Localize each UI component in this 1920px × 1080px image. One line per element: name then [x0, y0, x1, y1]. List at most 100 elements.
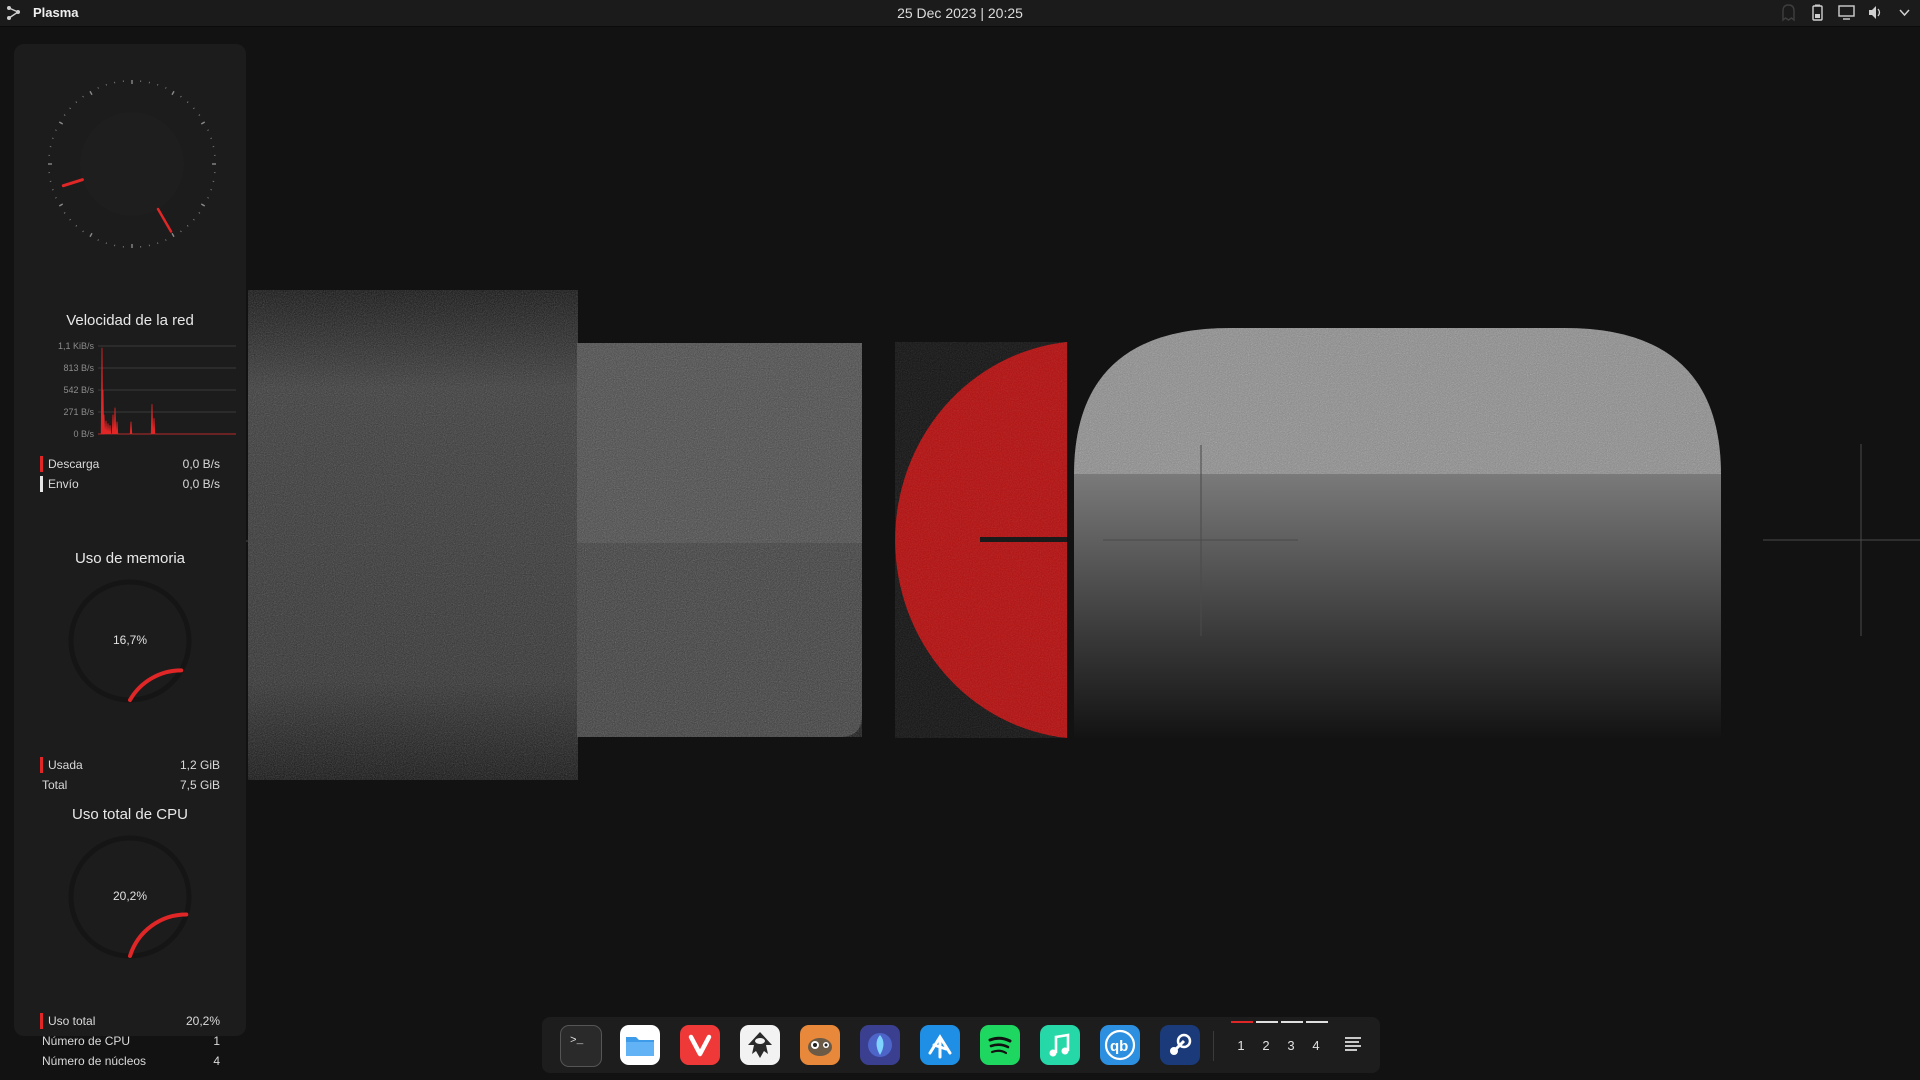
desktop-3[interactable]: 3	[1281, 1038, 1301, 1053]
clock-tick	[186, 101, 189, 103]
memory-used-label: Usada	[48, 758, 83, 772]
terminal-icon[interactable]: >_	[560, 1025, 602, 1067]
memory-total-value: 7,5 GiB	[179, 778, 220, 792]
clock-face	[80, 112, 184, 216]
lutris-icon[interactable]	[860, 1025, 900, 1065]
clock-tick	[58, 121, 64, 125]
cpu-total-value: 20,2%	[185, 1014, 220, 1028]
memory-total-row: Total 7,5 GiB	[40, 776, 220, 794]
clock-tick	[200, 121, 206, 125]
download-color-bar	[40, 456, 43, 472]
clock-tick	[207, 129, 209, 131]
cpu-count-row: Número de CPU 1	[40, 1032, 220, 1050]
memory-total-label: Total	[42, 778, 68, 792]
gimp-icon[interactable]	[800, 1025, 840, 1065]
net-tick-label: 813 B/s	[63, 363, 94, 373]
memory-used-value: 1,2 GiB	[179, 758, 220, 772]
system-tray	[1779, 3, 1914, 22]
clock-tick	[89, 90, 93, 96]
clock-tick	[180, 230, 182, 233]
clock-tick	[97, 239, 99, 241]
cpu-count-value: 1	[213, 1034, 220, 1048]
upload-label: Envío	[48, 477, 79, 491]
clock-tick	[69, 107, 71, 110]
svg-text:>_: >_	[570, 1035, 584, 1047]
desktop-2[interactable]: 2	[1256, 1038, 1276, 1053]
download-series	[98, 347, 236, 435]
dock: >_ qb 1234	[542, 1017, 1380, 1073]
clock-tick	[165, 87, 167, 89]
clock-tick	[200, 203, 206, 207]
kdeconnect-icon[interactable]	[920, 1025, 960, 1065]
app-name[interactable]: Plasma	[33, 5, 79, 20]
clock-tick	[55, 129, 57, 131]
memory-percent: 16,7%	[112, 633, 148, 647]
plasma-launcher-icon[interactable]	[5, 4, 23, 22]
cpu-cores-row: Número de núcleos 4	[40, 1052, 220, 1070]
clock-tick	[198, 114, 201, 116]
cpu-percent: 20,2%	[112, 889, 148, 903]
clock-tick	[69, 218, 71, 221]
widget-panel: Velocidad de la red 1,1 KiB/s 813 B/s 542 …	[14, 44, 246, 1068]
cpu-color-bar	[40, 1013, 43, 1029]
clock-tick	[198, 212, 201, 214]
wallpaper	[245, 290, 1920, 780]
clock-tick	[180, 95, 182, 98]
network-graph: 1,1 KiB/s 813 B/s 542 B/s 271 B/s 0 B/s	[58, 341, 236, 439]
cpu-cores-value: 4	[213, 1054, 220, 1068]
clock-tick	[82, 95, 84, 98]
svg-text:qb: qb	[1110, 1038, 1128, 1055]
clock-tick	[89, 232, 93, 238]
download-row: Descarga 0,0 B/s	[40, 455, 220, 473]
qbittorrent-icon[interactable]: qb	[1100, 1025, 1140, 1065]
clock-tick	[165, 239, 167, 241]
cpu-total-row: Uso total 20,2%	[40, 1012, 220, 1030]
clock-tick	[63, 114, 66, 116]
download-label: Descarga	[48, 457, 100, 471]
desktop-indicator	[1306, 1021, 1328, 1023]
battery-icon[interactable]	[1808, 3, 1827, 22]
net-tick-label: 271 B/s	[63, 407, 94, 417]
spotify-icon[interactable]	[980, 1025, 1020, 1065]
cpu-total-label: Uso total	[48, 1014, 96, 1028]
steam-icon[interactable]	[1160, 1025, 1200, 1065]
volume-icon[interactable]	[1866, 3, 1885, 22]
clock-tick	[97, 87, 99, 89]
net-tick-label: 1,1 KiB/s	[58, 341, 95, 351]
ghost-icon[interactable]	[1779, 3, 1798, 22]
clock-tick	[193, 107, 195, 110]
desktop-indicator	[1231, 1021, 1253, 1023]
desktop-1[interactable]: 1	[1231, 1038, 1251, 1053]
memory-title: Uso de memoria	[74, 550, 186, 567]
memory-used-row: Usada 1,2 GiB	[40, 756, 220, 774]
upload-color-bar	[40, 476, 43, 492]
upload-value: 0,0 B/s	[182, 477, 220, 491]
clock[interactable]: 25 Dec 2023 | 20:25	[0, 5, 1920, 21]
clock-tick	[55, 197, 57, 199]
menu-icon[interactable]	[1342, 1033, 1364, 1055]
cpu-title: Uso total de CPU	[72, 806, 188, 823]
desktop-indicator	[1256, 1021, 1278, 1023]
vivaldi-icon[interactable]	[680, 1025, 720, 1065]
desktop-4[interactable]: 4	[1306, 1038, 1326, 1053]
files-icon[interactable]	[620, 1025, 660, 1065]
analog-clock	[48, 80, 216, 248]
chevron-down-icon[interactable]	[1895, 3, 1914, 22]
network-title: Velocidad de la red	[66, 312, 194, 329]
clock-tick	[207, 197, 209, 199]
clock-tick	[186, 225, 189, 227]
inkscape-icon[interactable]	[740, 1025, 780, 1065]
desktop-indicator	[1281, 1021, 1303, 1023]
display-icon[interactable]	[1837, 3, 1856, 22]
clock-minute-hand	[156, 207, 173, 233]
cpu-cores-label: Número de núcleos	[42, 1054, 147, 1068]
download-value: 0,0 B/s	[182, 457, 220, 471]
music-icon[interactable]	[1040, 1025, 1080, 1065]
clock-tick	[82, 230, 84, 233]
clock-tick	[171, 232, 175, 238]
clock-tick	[75, 225, 78, 227]
upload-row: Envío 0,0 B/s	[40, 475, 220, 493]
top-panel: Plasma 25 Dec 2023 | 20:25	[0, 0, 1920, 27]
clock-tick	[193, 218, 195, 221]
clock-hour-hand	[61, 178, 84, 188]
